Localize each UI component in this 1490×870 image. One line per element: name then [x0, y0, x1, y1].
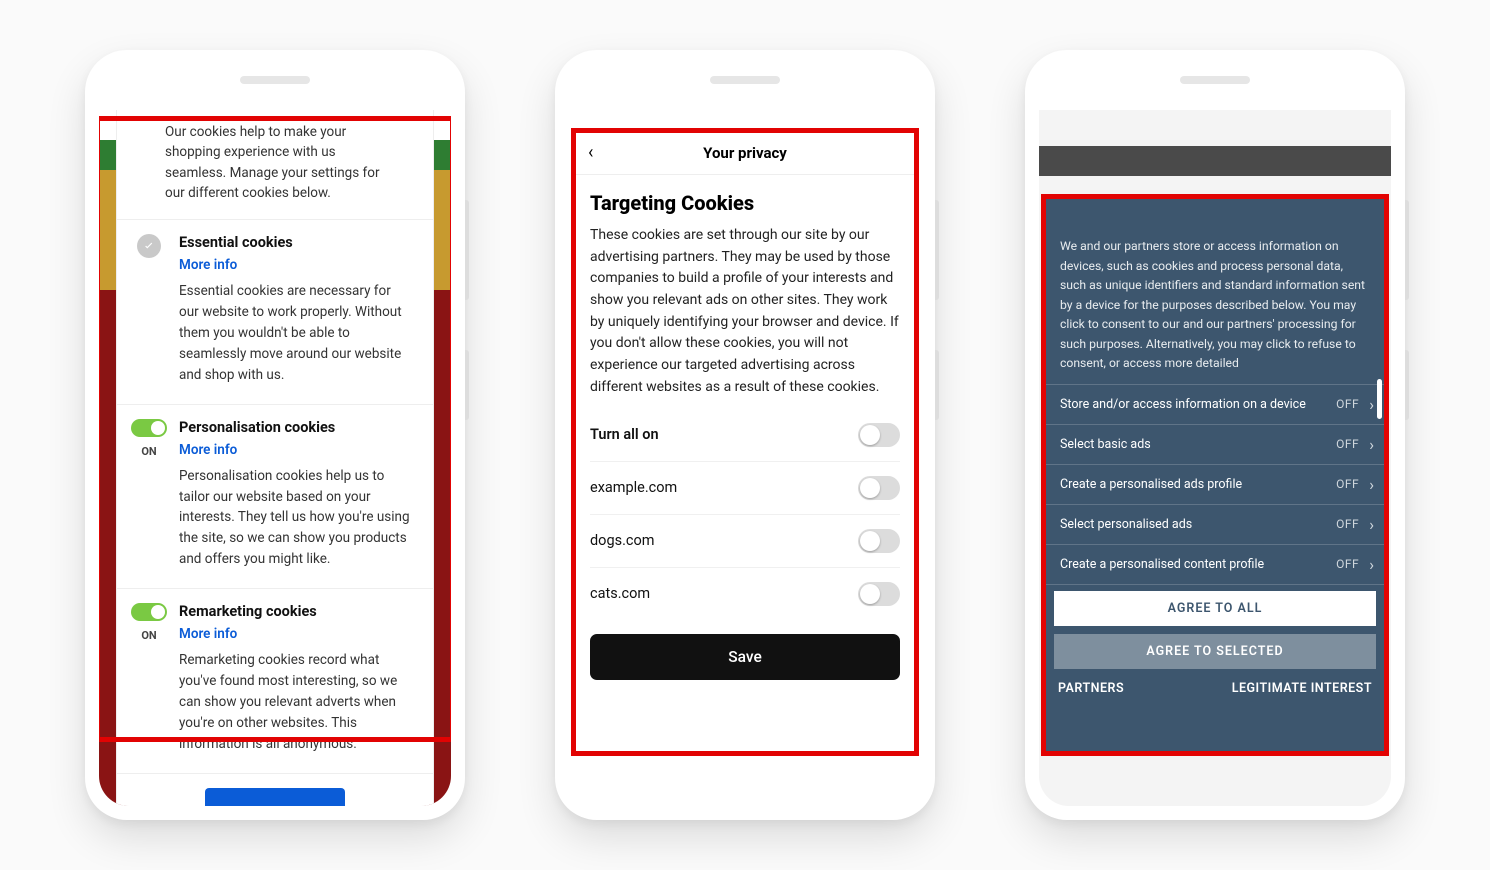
remarketing-desc: Remarketing cookies record what you've f…	[179, 650, 411, 755]
purpose-state: OFF	[1336, 437, 1359, 451]
example-toggle[interactable]	[858, 476, 900, 500]
remarketing-title: Remarketing cookies	[179, 603, 411, 620]
cookie-row-essential: Essential cookies More info Essential co…	[117, 220, 433, 405]
personalisation-state: ON	[141, 445, 156, 458]
purpose-label: Create a personalised ads profile	[1060, 477, 1242, 492]
cookie-intro-text: Our cookies help to make your shopping e…	[117, 110, 433, 220]
cats-toggle[interactable]	[858, 582, 900, 606]
consent-purposes-list: Store and/or access information on a dev…	[1046, 384, 1384, 585]
agree-to-selected-button[interactable]: AGREE TO SELECTED	[1054, 634, 1376, 669]
check-icon	[137, 234, 161, 258]
legitimate-interest-link[interactable]: LEGITIMATE INTEREST	[1232, 681, 1372, 696]
purpose-row[interactable]: Select basic ads OFF ›	[1046, 424, 1384, 464]
highlight-box: ‹ Your privacy Targeting Cookies These c…	[571, 128, 919, 756]
phone1-screen: Our cookies help to make your shopping e…	[99, 110, 451, 806]
chevron-right-icon: ›	[1369, 515, 1374, 534]
phone-frame-1: Our cookies help to make your shopping e…	[85, 50, 465, 820]
chevron-right-icon: ›	[1369, 395, 1374, 414]
targeting-heading: Targeting Cookies	[590, 191, 900, 215]
personalisation-title: Personalisation cookies	[179, 419, 411, 436]
switch-row-example: example.com	[590, 462, 900, 515]
switch-label: dogs.com	[590, 532, 654, 549]
switch-label: Turn all on	[590, 426, 659, 443]
phone-frame-2: ‹ Your privacy Targeting Cookies These c…	[555, 50, 935, 820]
switch-label: example.com	[590, 479, 677, 496]
personalisation-more-info-link[interactable]: More info	[179, 442, 237, 458]
cookie-row-personalisation: ON Personalisation cookies More info Per…	[117, 405, 433, 590]
purpose-row[interactable]: Create a personalised ads profile OFF ›	[1046, 464, 1384, 504]
purpose-label: Create a personalised content profile	[1060, 557, 1264, 572]
essential-desc: Essential cookies are necessary for our …	[179, 281, 411, 386]
phone3-screen: We and our partners store or access info…	[1039, 110, 1391, 806]
switch-row-turn-all-on: Turn all on	[590, 409, 900, 462]
scrollbar-thumb[interactable]	[1377, 379, 1382, 419]
switch-row-dogs: dogs.com	[590, 515, 900, 568]
purpose-label: Select personalised ads	[1060, 517, 1192, 532]
remarketing-toggle[interactable]	[131, 603, 167, 621]
personalisation-toggle[interactable]	[131, 419, 167, 437]
phone2-screen: ‹ Your privacy Targeting Cookies These c…	[569, 110, 921, 806]
switch-row-cats: cats.com	[590, 568, 900, 620]
purpose-row[interactable]: Store and/or access information on a dev…	[1046, 384, 1384, 424]
purpose-label: Store and/or access information on a dev…	[1060, 397, 1306, 412]
privacy-header-title: Your privacy	[703, 144, 787, 162]
chevron-right-icon: ›	[1369, 435, 1374, 454]
dogs-toggle[interactable]	[858, 529, 900, 553]
purpose-state: OFF	[1336, 477, 1359, 491]
cookie-settings-panel: Our cookies help to make your shopping e…	[117, 110, 433, 806]
agree-to-all-button[interactable]: AGREE TO ALL	[1054, 591, 1376, 626]
privacy-header: ‹ Your privacy	[576, 133, 914, 175]
purpose-state: OFF	[1336, 557, 1359, 571]
save-button[interactable]: Save	[590, 634, 900, 680]
purpose-row[interactable]: Create a personalised content profile OF…	[1046, 544, 1384, 585]
consent-intro-text: We and our partners store or access info…	[1046, 199, 1384, 384]
partners-link[interactable]: PARTNERS	[1058, 681, 1124, 696]
chevron-right-icon: ›	[1369, 555, 1374, 574]
chevron-right-icon: ›	[1369, 475, 1374, 494]
cookie-row-remarketing: ON Remarketing cookies More info Remarke…	[117, 589, 433, 774]
essential-title: Essential cookies	[179, 234, 411, 251]
personalisation-desc: Personalisation cookies help us to tailo…	[179, 466, 411, 571]
remarketing-state: ON	[141, 629, 156, 642]
save-preferences-button[interactable]	[205, 788, 345, 806]
back-icon[interactable]: ‹	[588, 142, 593, 163]
switch-label: cats.com	[590, 585, 650, 602]
turn-all-on-toggle[interactable]	[858, 423, 900, 447]
purpose-label: Select basic ads	[1060, 437, 1151, 452]
highlight-box: We and our partners store or access info…	[1041, 194, 1389, 756]
purpose-row[interactable]: Select personalised ads OFF ›	[1046, 504, 1384, 544]
targeting-description: These cookies are set through our site b…	[590, 225, 900, 399]
browser-chrome-bar	[1039, 146, 1391, 176]
purpose-state: OFF	[1336, 517, 1359, 531]
phone-frame-3: We and our partners store or access info…	[1025, 50, 1405, 820]
remarketing-more-info-link[interactable]: More info	[179, 626, 237, 642]
purpose-state: OFF	[1336, 397, 1359, 411]
essential-more-info-link[interactable]: More info	[179, 257, 237, 273]
